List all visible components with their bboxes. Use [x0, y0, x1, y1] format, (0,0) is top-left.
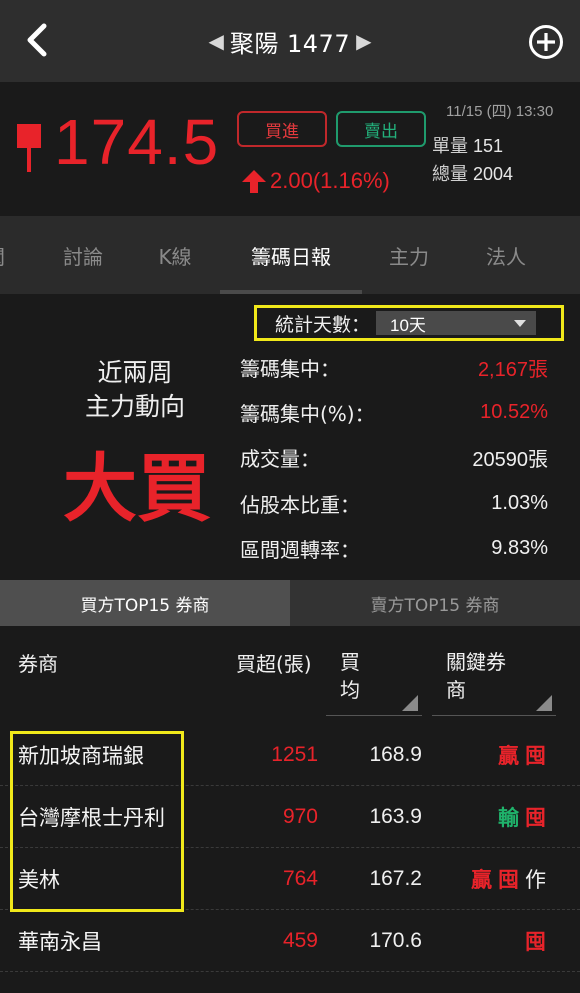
up-arrow-icon [240, 168, 268, 194]
key-sort-control[interactable] [432, 688, 556, 716]
summary-value: 20590張 [472, 448, 548, 471]
summary-row: 成交量： 20590張 [240, 441, 548, 473]
sell-button[interactable]: 賣出 [336, 111, 426, 147]
stock-title: ◀ 聚陽 1477 ▶ [0, 0, 580, 82]
hold-tag: 囤 [525, 744, 546, 768]
sort-icon [402, 695, 418, 711]
net-buy: 970 [282, 805, 318, 828]
summary-value: 2,167張 [477, 358, 548, 381]
hold-tag: 囤 [525, 930, 546, 954]
price-change: 2.00(1.16%) [270, 168, 390, 193]
stock-name: 聚陽 1477 [229, 29, 351, 58]
trend-heading-line1: 近兩周 [97, 358, 173, 387]
avg-price: 168.9 [369, 743, 422, 766]
net-buy: 459 [282, 929, 318, 952]
hold-tag: 囤 [525, 806, 546, 830]
summary-row: 籌碼集中： 2,167張 [240, 351, 548, 383]
broker-name[interactable]: 華南永昌 [18, 910, 102, 972]
lose-tag: 輸 [498, 806, 519, 830]
col-avg-line1: 買 [340, 650, 360, 674]
summary-row: 佔股本比重： 1.03% [240, 487, 548, 519]
unit-volume-label: 單量 [432, 136, 468, 156]
tab-chip-daily[interactable]: 籌碼日報 [220, 216, 362, 294]
summary-label: 區間週轉率： [240, 537, 360, 562]
avg-price: 167.2 [369, 867, 422, 890]
last-price: 174.5 [54, 106, 220, 178]
quote-panel: 174.5 買進 賣出 2.00(1.16%) 11/15 (四) 13:30 … [0, 82, 580, 216]
total-volume-label: 總量 [432, 164, 468, 184]
col-broker: 券商 [18, 652, 58, 676]
summary-row: 籌碼集中(%)： 10.52% [240, 396, 548, 428]
win-tag: 贏 [498, 744, 519, 768]
summary-label: 籌碼集中(%)： [240, 401, 375, 426]
unit-volume: 單量 151 [432, 132, 503, 158]
key-tags: 贏 囤 作 [430, 848, 546, 910]
stat-days-label: 統計天數： [275, 313, 371, 336]
total-volume-value: 2004 [473, 164, 514, 184]
tab-sell-top15[interactable]: 賣方TOP15 券商 [290, 580, 580, 626]
tab-buy-top15[interactable]: 買方TOP15 券商 [0, 580, 290, 626]
quote-timestamp: 11/15 (四) 13:30 [446, 103, 554, 120]
net-buy: 764 [282, 867, 318, 890]
next-stock-button[interactable]: ▶ [356, 31, 371, 51]
buy-button[interactable]: 買進 [237, 111, 327, 147]
unit-volume-value: 151 [473, 136, 504, 156]
prev-stock-button[interactable]: ◀ [209, 31, 224, 51]
stat-days-filter: 統計天數： 10天 [254, 305, 564, 341]
tab-main-force[interactable]: 主力 [362, 216, 456, 294]
summary-value: 10.52% [480, 400, 548, 423]
net-buy: 1251 [271, 743, 318, 766]
summary-label: 佔股本比重： [240, 492, 360, 517]
sort-icon [536, 695, 552, 711]
stat-days-select[interactable]: 10天 [376, 311, 537, 335]
daytrade-tag: 作 [525, 868, 546, 892]
col-key-line1: 關鍵券 [446, 650, 506, 674]
trend-value: 大買 [63, 446, 211, 532]
candle-icon [14, 124, 46, 174]
tab-kline[interactable]: K線 [130, 216, 220, 294]
avg-sort-control[interactable] [326, 688, 422, 716]
table-row[interactable]: 華南永昌 459 170.6 囤 [0, 910, 580, 972]
col-net-buy[interactable]: 買超(張) [236, 650, 312, 678]
add-watchlist-button[interactable] [528, 24, 564, 60]
tab-news[interactable]: 聞 [0, 216, 18, 294]
broker-subtabs: 買方TOP15 券商 賣方TOP15 券商 [0, 580, 580, 626]
tab-institutional[interactable]: 法人 [458, 216, 554, 294]
section-tabs: 聞 討論 K線 籌碼日報 主力 法人 [0, 216, 580, 294]
summary-label: 籌碼集中： [240, 356, 340, 381]
broker-table-header: 券商 買超(張) 買 均 關鍵券 商 [0, 626, 580, 726]
plus-circle-icon [529, 25, 563, 59]
key-tags: 贏 囤 [430, 724, 546, 786]
trend-heading-line2: 主力動向 [84, 392, 185, 421]
summary-label: 成交量： [240, 446, 320, 471]
summary-value: 1.03% [491, 491, 548, 514]
caret-down-icon [514, 319, 527, 327]
top-bar: ◀ 聚陽 1477 ▶ [0, 0, 580, 82]
tab-discussion[interactable]: 討論 [34, 216, 132, 294]
win-tag: 贏 [471, 868, 492, 892]
key-tags: 輸 囤 [430, 786, 546, 848]
summary-row: 區間週轉率： 9.83% [240, 532, 548, 564]
trend-heading: 近兩周 主力動向 [60, 356, 210, 424]
highlight-annotation [10, 731, 184, 912]
hold-tag: 囤 [498, 868, 519, 892]
stat-days-value: 10天 [390, 315, 426, 335]
summary-value: 9.83% [491, 536, 548, 559]
key-tags: 囤 [430, 910, 546, 972]
total-volume: 總量 2004 [432, 160, 513, 186]
avg-price: 163.9 [369, 805, 422, 828]
avg-price: 170.6 [369, 929, 422, 952]
